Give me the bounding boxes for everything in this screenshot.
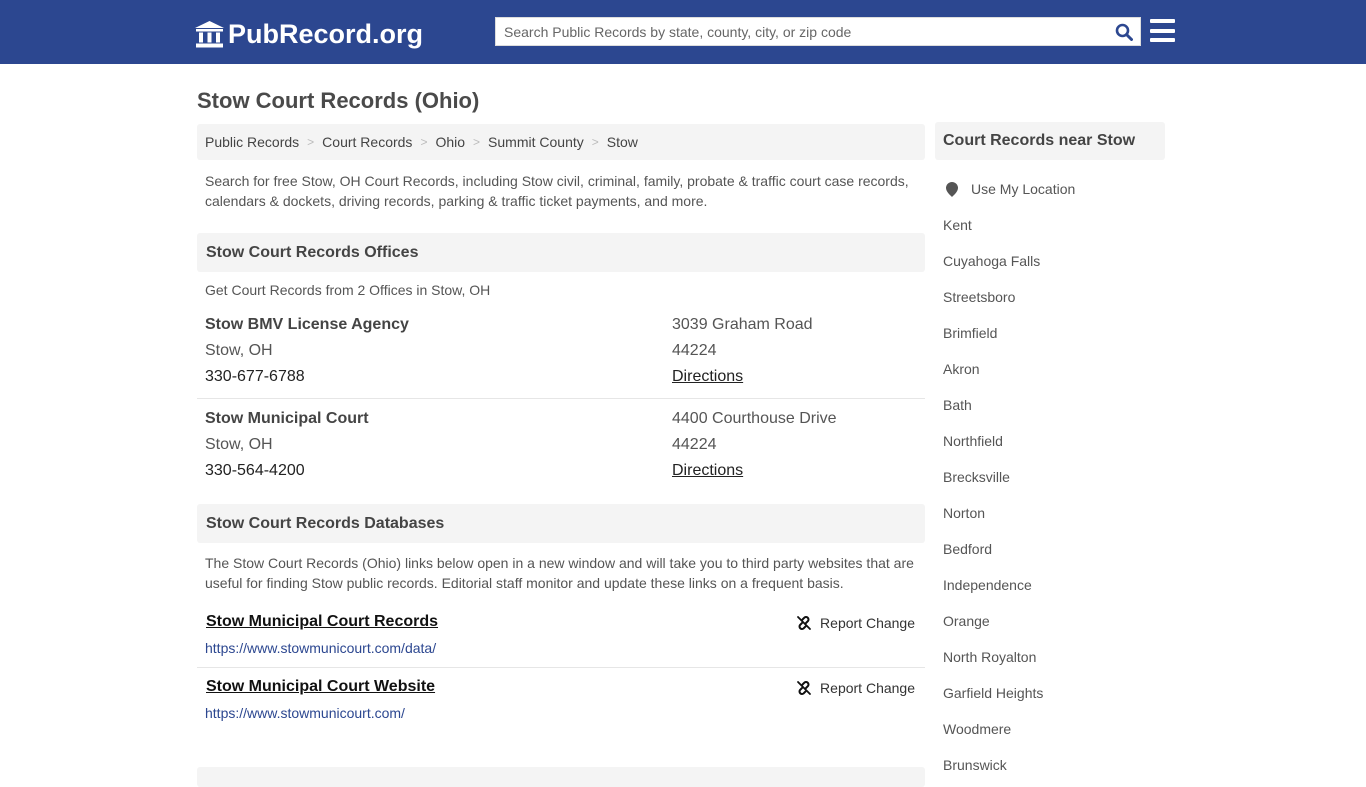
breadcrumb-summit-county[interactable]: Summit County: [488, 134, 584, 150]
menu-bar: [1150, 19, 1175, 23]
database-url-link[interactable]: https://www.stowmunicourt.com/: [205, 705, 405, 721]
use-my-location-label: Use My Location: [971, 181, 1076, 197]
office-phone: 330-677-6788: [205, 368, 305, 385]
search-input[interactable]: [496, 18, 1108, 45]
office-address: 4400 Courthouse Drive: [672, 410, 837, 427]
database-list: Stow Municipal Court Records https://www…: [197, 603, 925, 733]
sidebar-heading: Court Records near Stow: [935, 122, 1165, 160]
office-name: Stow BMV License Agency: [205, 316, 409, 333]
nearby-city-item: Cuyahoga Falls: [935, 243, 1165, 279]
database-item: Stow Municipal Court Website https://www…: [197, 668, 925, 733]
intro-text: Search for free Stow, OH Court Records, …: [205, 173, 909, 209]
nearby-city-item: Kent: [935, 207, 1165, 243]
directions-link[interactable]: Directions: [672, 368, 743, 385]
nearby-city-item: Garfield Heights: [935, 675, 1165, 711]
office-phone: 330-564-4200: [205, 462, 305, 479]
database-title-link[interactable]: Stow Municipal Court Website: [206, 678, 435, 696]
office-address: 3039 Graham Road: [672, 316, 813, 333]
search-button[interactable]: [1108, 18, 1140, 45]
office-zip: 44224: [672, 342, 717, 359]
breadcrumb-separator: >: [420, 135, 428, 149]
offices-subtitle: Get Court Records from 2 Offices in Stow…: [205, 282, 491, 298]
nearby-city-item: Independence: [935, 567, 1165, 603]
nearby-city-link[interactable]: Norton: [943, 505, 985, 521]
report-change-button[interactable]: Report Change: [796, 615, 915, 631]
breadcrumb-stow[interactable]: Stow: [607, 134, 638, 150]
nearby-city-link[interactable]: Bath: [943, 397, 972, 413]
office-city-state: Stow, OH: [205, 342, 273, 359]
nearby-city-link[interactable]: Bedford: [943, 541, 992, 557]
breadcrumb: Public Records > Court Records > Ohio > …: [197, 124, 925, 160]
office-city-state: Stow, OH: [205, 436, 273, 453]
hamburger-menu-icon[interactable]: [1150, 19, 1175, 42]
nearby-city-link[interactable]: Akron: [943, 361, 980, 377]
sidebar: Court Records near Stow Use My Location …: [935, 122, 1165, 783]
report-change-label: Report Change: [820, 615, 915, 631]
directions-link[interactable]: Directions: [672, 462, 743, 479]
nearby-city-link[interactable]: Brunswick: [943, 757, 1007, 773]
search-icon: [1115, 23, 1133, 41]
database-item: Stow Municipal Court Records https://www…: [197, 603, 925, 668]
page-title: Stow Court Records (Ohio): [197, 88, 480, 113]
broken-link-icon: [797, 616, 811, 630]
nearby-city-item: Brimfield: [935, 315, 1165, 351]
office-name: Stow Municipal Court: [205, 410, 369, 427]
offices-heading: Stow Court Records Offices: [197, 233, 925, 272]
main-content: Public Records > Court Records > Ohio > …: [197, 124, 925, 787]
databases-description: The Stow Court Records (Ohio) links belo…: [205, 555, 914, 591]
nearby-cities-list: Use My Location Kent Cuyahoga Falls Stre…: [935, 160, 1165, 783]
databases-heading: Stow Court Records Databases: [197, 504, 925, 543]
menu-bar: [1150, 28, 1175, 33]
report-change-button[interactable]: Report Change: [796, 680, 915, 696]
nearby-city-link[interactable]: Northfield: [943, 433, 1003, 449]
office-item: Stow BMV License Agency Stow, OH 330-677…: [197, 312, 925, 399]
nearby-city-link[interactable]: Brecksville: [943, 469, 1010, 485]
breadcrumb-court-records[interactable]: Court Records: [322, 134, 412, 150]
nearby-city-item: Akron: [935, 351, 1165, 387]
use-my-location-button[interactable]: Use My Location: [935, 171, 1165, 207]
database-url-link[interactable]: https://www.stowmunicourt.com/data/: [205, 640, 436, 656]
broken-link-icon: [797, 681, 811, 695]
nearby-city-link[interactable]: Streetsboro: [943, 289, 1015, 305]
nearby-city-link[interactable]: Garfield Heights: [943, 685, 1043, 701]
breadcrumb-separator: >: [591, 135, 599, 149]
database-title-link[interactable]: Stow Municipal Court Records: [206, 613, 438, 631]
nearby-city-link[interactable]: Woodmere: [943, 721, 1011, 737]
search-bar: [495, 17, 1141, 46]
site-logo[interactable]: PubRecord.org: [195, 17, 423, 51]
nearby-city-item: Norton: [935, 495, 1165, 531]
report-change-label: Report Change: [820, 680, 915, 696]
nearby-city-link[interactable]: Kent: [943, 217, 972, 233]
nearby-city-item: Brunswick: [935, 747, 1165, 783]
breadcrumb-separator: >: [307, 135, 315, 149]
office-list: Stow BMV License Agency Stow, OH 330-677…: [197, 312, 925, 484]
nearby-city-link[interactable]: Orange: [943, 613, 990, 629]
nearby-city-item: Streetsboro: [935, 279, 1165, 315]
nearby-city-item: Brecksville: [935, 459, 1165, 495]
breadcrumb-public-records[interactable]: Public Records: [205, 134, 299, 150]
nearby-city-item: Bedford: [935, 531, 1165, 567]
nearby-city-item: Bath: [935, 387, 1165, 423]
map-marker-icon: [946, 181, 958, 197]
breadcrumb-ohio[interactable]: Ohio: [435, 134, 465, 150]
nearby-city-link[interactable]: Cuyahoga Falls: [943, 253, 1040, 269]
nearby-city-link[interactable]: North Royalton: [943, 649, 1036, 665]
courthouse-icon: [195, 20, 224, 47]
office-item: Stow Municipal Court Stow, OH 330-564-42…: [197, 399, 925, 484]
nearby-city-item: Woodmere: [935, 711, 1165, 747]
nearby-city-item: Orange: [935, 603, 1165, 639]
breadcrumb-separator: >: [473, 135, 481, 149]
logo-text: PubRecord.org: [228, 18, 424, 49]
nearby-city-link[interactable]: Brimfield: [943, 325, 997, 341]
top-navbar: PubRecord.org: [0, 0, 1366, 64]
nearby-city-link[interactable]: Independence: [943, 577, 1032, 593]
nearby-city-item: North Royalton: [935, 639, 1165, 675]
menu-bar: [1150, 38, 1175, 42]
office-zip: 44224: [672, 436, 717, 453]
next-section-heading: [197, 767, 925, 787]
nearby-city-item: Northfield: [935, 423, 1165, 459]
